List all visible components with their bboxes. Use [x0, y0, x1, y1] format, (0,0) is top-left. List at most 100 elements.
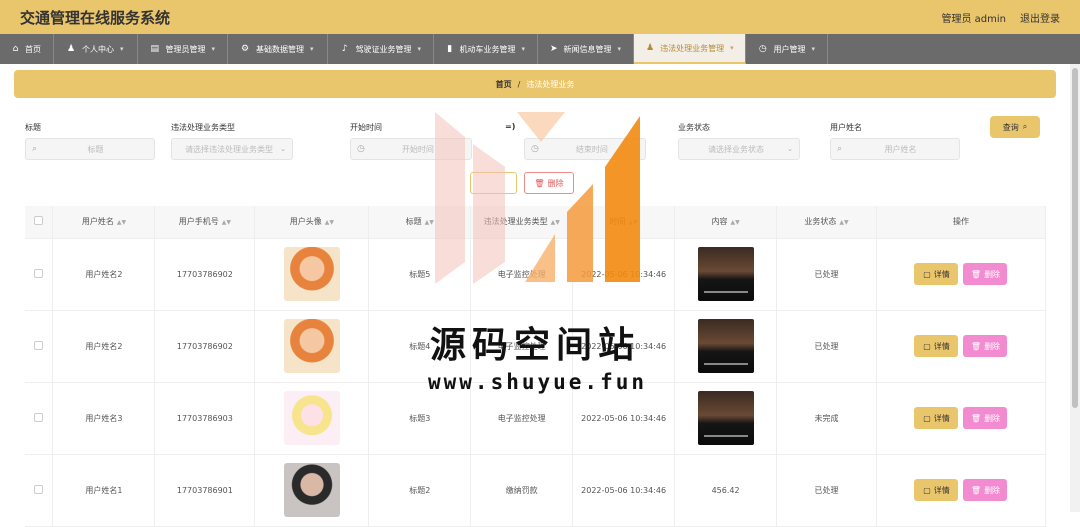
sort-icon[interactable]: ▲▼: [839, 219, 848, 226]
cell-content: [674, 382, 778, 455]
header-label: 业务状态: [804, 217, 837, 227]
trash-icon: 🗑: [970, 341, 982, 351]
type-placeholder: 请选择违法处理业务类型: [185, 144, 274, 154]
delete-button[interactable]: 🗑 删除: [963, 479, 1008, 501]
detail-label: 详情: [933, 413, 950, 423]
nav-item-admin[interactable]: ▤ 管理员管理 ▾: [138, 34, 228, 64]
scrollbar-thumb[interactable]: [1072, 68, 1078, 408]
nav-item-users[interactable]: ◷ 用户管理 ▾: [746, 34, 828, 64]
nav-label: 管理员管理: [165, 44, 206, 54]
delete-label: 删除: [984, 485, 1001, 495]
header-select-all[interactable]: [25, 206, 54, 239]
nav-label: 基础数据管理: [256, 44, 304, 54]
page-scrollbar[interactable]: [1070, 64, 1080, 512]
name-filter-input[interactable]: ⌕ 用户姓名: [830, 138, 960, 160]
delete-button[interactable]: 🗑 删除: [963, 407, 1008, 429]
header-avatar[interactable]: 用户头像 ▲▼: [254, 206, 370, 239]
user-label: 管理员 admin: [941, 13, 1006, 25]
top-bar: 交通管理在线服务系统 管理员 admin 退出登录: [0, 0, 1080, 34]
header-name[interactable]: 用户姓名 ▲▼: [52, 206, 156, 239]
query-button[interactable]: 查询 ⌕: [990, 116, 1040, 138]
select-all-checkbox[interactable]: [34, 216, 44, 226]
start-placeholder: 开始时间: [401, 144, 434, 154]
clock-icon: ◷: [357, 144, 365, 154]
header-label: 时间: [609, 217, 626, 227]
end-time-input[interactable]: ◷ 结束时间: [524, 138, 646, 160]
type-filter-select[interactable]: 请选择违法处理业务类型 ⌄: [171, 138, 293, 160]
detail-button[interactable]: ▢ 详情: [914, 335, 959, 357]
row-checkbox[interactable]: [34, 484, 44, 494]
header-status[interactable]: 业务状态 ▲▼: [776, 206, 877, 239]
content-image[interactable]: [697, 319, 754, 373]
nav-label: 用户管理: [773, 44, 806, 54]
end-placeholder: 结束时间: [575, 144, 608, 154]
status-filter-select[interactable]: 请选择业务状态 ⌄: [678, 138, 800, 160]
breadcrumb-home[interactable]: 首页: [496, 79, 512, 90]
header-time[interactable]: 时间 ▲▼: [572, 206, 676, 239]
watermark-url: www.shuyue.fun: [428, 370, 648, 394]
trash-icon: 🗑: [534, 178, 545, 188]
sort-icon[interactable]: ▲▼: [425, 219, 434, 226]
add-button[interactable]: [470, 172, 517, 194]
batch-delete-button[interactable]: 🗑 删除: [524, 172, 574, 194]
title-filter-input[interactable]: ⌕ 标题: [25, 138, 155, 160]
header-content[interactable]: 内容 ▲▼: [674, 206, 778, 239]
row-select[interactable]: [25, 310, 54, 383]
nav-item-personal[interactable]: ♟ 个人中心 ▾: [54, 34, 138, 64]
row-checkbox[interactable]: [34, 268, 44, 278]
nav-item-license[interactable]: ♪ 驾驶证业务管理 ▾: [328, 34, 434, 64]
search-icon: ⌕: [837, 144, 843, 154]
delete-label: 删除: [984, 269, 1001, 279]
row-checkbox[interactable]: [34, 412, 44, 422]
start-time-input[interactable]: ◷ 开始时间: [350, 138, 472, 160]
delete-button[interactable]: 🗑 删除: [963, 263, 1008, 285]
nav-item-home[interactable]: ⌂ 首页: [0, 34, 54, 64]
cell-status: 已处理: [776, 310, 877, 383]
avatar[interactable]: [283, 247, 340, 301]
row-select[interactable]: [25, 454, 54, 527]
cell-type: 电子监控处理: [470, 238, 574, 311]
chevron-down-icon: ⌄: [787, 145, 793, 153]
sort-icon[interactable]: ▲▼: [222, 219, 231, 226]
user-icon: ♟: [66, 44, 76, 54]
delete-label: 删除: [984, 413, 1001, 423]
logout-button[interactable]: 退出登录: [1020, 10, 1060, 25]
detail-label: 详情: [933, 485, 950, 495]
avatar[interactable]: [283, 391, 340, 445]
avatar[interactable]: [283, 319, 340, 373]
sort-icon[interactable]: ▲▼: [730, 219, 739, 226]
sort-icon[interactable]: ▲▼: [325, 219, 334, 226]
table-row: 用户姓名2 17703786902 标题5 电子监控处理 2022-05-06 …: [25, 238, 1047, 311]
avatar[interactable]: [283, 463, 340, 517]
header-title[interactable]: 标题 ▲▼: [368, 206, 472, 239]
row-checkbox[interactable]: [34, 340, 44, 350]
header-type[interactable]: 违法处理业务类型 ▲▼: [470, 206, 574, 239]
chevron-down-icon: ▾: [521, 45, 525, 53]
chevron-down-icon: ⌄: [280, 145, 286, 153]
header-phone[interactable]: 用户手机号 ▲▼: [154, 206, 256, 239]
chevron-down-icon: ▾: [417, 45, 421, 53]
breadcrumb: 首页 / 违法处理业务: [14, 70, 1056, 98]
nav-item-basic-data[interactable]: ⚙ 基础数据管理 ▾: [228, 34, 328, 64]
detail-button[interactable]: ▢ 详情: [914, 263, 959, 285]
content-image[interactable]: [697, 247, 754, 301]
search-icon: ⌕: [32, 144, 38, 154]
cell-phone: 17703786903: [154, 382, 256, 455]
user-icon: ♟: [646, 43, 655, 53]
cell-phone: 17703786902: [154, 238, 256, 311]
detail-button[interactable]: ▢ 详情: [914, 407, 959, 429]
content-image[interactable]: [697, 391, 754, 445]
nav-label: 个人中心: [82, 44, 114, 54]
detail-button[interactable]: ▢ 详情: [914, 479, 959, 501]
row-select[interactable]: [25, 238, 54, 311]
nav-item-vehicle[interactable]: ▮ 机动车业务管理 ▾: [434, 34, 538, 64]
nav-item-news[interactable]: ➤ 新闻信息管理 ▾: [538, 34, 634, 64]
delete-button[interactable]: 🗑 删除: [963, 335, 1008, 357]
search-icon: ⌕: [1022, 122, 1028, 131]
row-select[interactable]: [25, 382, 54, 455]
sort-icon[interactable]: ▲▼: [629, 219, 638, 226]
nav-item-violation[interactable]: ♟ 违法处理业务管理 ▾: [634, 34, 746, 64]
sort-icon[interactable]: ▲▼: [117, 219, 126, 226]
sort-icon[interactable]: ▲▼: [551, 219, 560, 226]
clock-icon: ◷: [758, 44, 767, 54]
